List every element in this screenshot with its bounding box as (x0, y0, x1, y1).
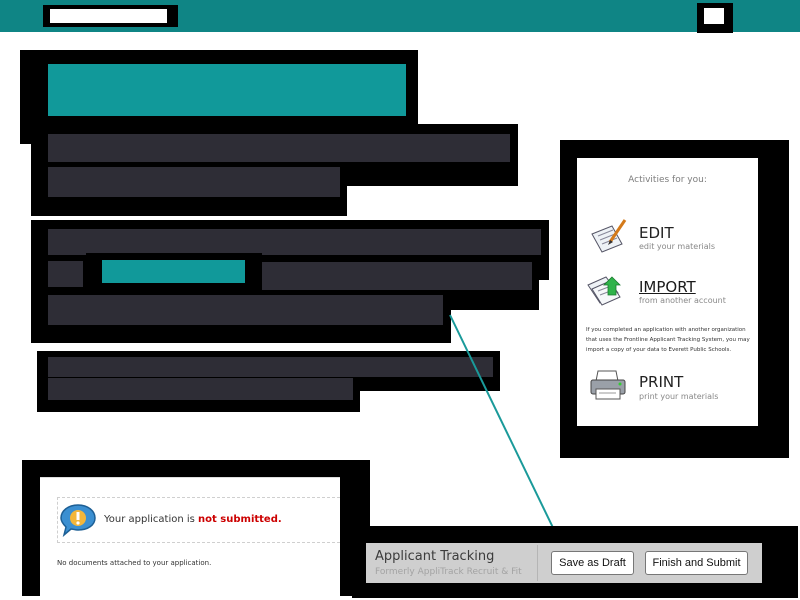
tracking-subtitle: Formerly AppliTrack Recruit & Fit (375, 567, 522, 577)
redacted-text-line (48, 378, 353, 400)
redacted-link[interactable] (102, 260, 245, 283)
redacted-text-line (48, 357, 493, 377)
edit-description: edit your materials (639, 242, 715, 251)
save-as-draft-button[interactable]: Save as Draft (551, 551, 634, 575)
print-description: print your materials (639, 392, 719, 401)
print-link[interactable]: PRINT (639, 373, 683, 391)
import-document-icon[interactable] (586, 271, 626, 307)
header-logo-redacted (43, 5, 178, 27)
activities-title: Activities for you: (628, 175, 707, 185)
status-not-submitted: not submitted. (198, 514, 282, 525)
tracking-title: Applicant Tracking (375, 549, 495, 564)
finish-and-submit-button[interactable]: Finish and Submit (645, 551, 748, 575)
tracking-divider (537, 545, 538, 581)
redacted-text-line (48, 167, 340, 197)
printer-icon[interactable] (588, 367, 628, 403)
header-menu-redacted[interactable] (697, 3, 733, 33)
redacted-text-line (262, 262, 532, 290)
application-status-text: Your application is not submitted. (104, 514, 282, 525)
redacted-text-line (48, 295, 443, 325)
import-link[interactable]: IMPORT (639, 278, 696, 296)
import-description: from another account (639, 296, 726, 305)
no-documents-text: No documents attached to your applicatio… (57, 559, 212, 567)
redacted-text-line (48, 229, 541, 255)
edit-document-icon[interactable] (588, 218, 628, 254)
redacted-text-line (48, 134, 510, 162)
redacted-page-title (48, 64, 406, 116)
edit-link[interactable]: EDIT (639, 224, 674, 242)
callout-arrow (449, 314, 564, 546)
status-divider (40, 477, 340, 478)
speech-bubble-icon (60, 504, 96, 537)
import-note: If you completed an application with ano… (586, 327, 750, 353)
redacted-text-line (48, 261, 83, 287)
